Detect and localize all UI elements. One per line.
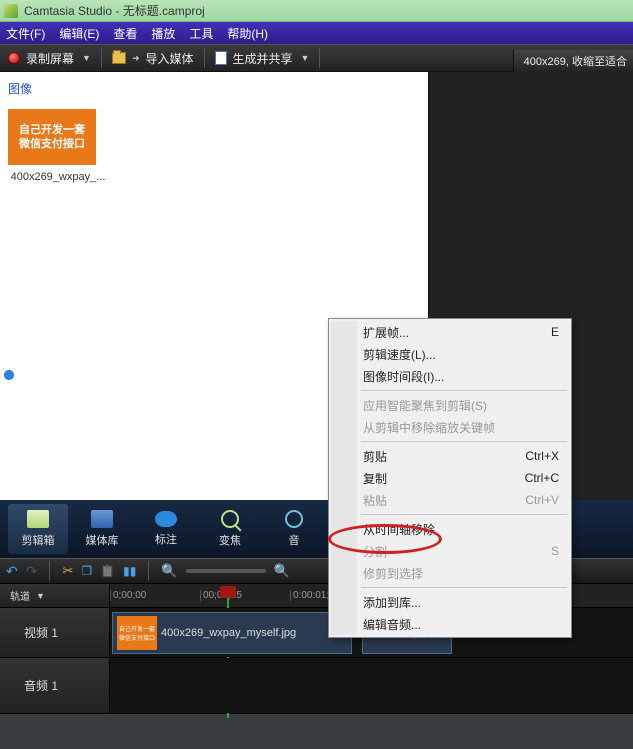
ctx-item[interactable]: 扩展帧... E: [331, 321, 569, 343]
tab-library[interactable]: 媒体库: [72, 504, 132, 554]
ctx-label: 应用智能聚焦到剪辑(S): [363, 397, 487, 414]
ctx-label: 编辑音频...: [363, 616, 421, 633]
ctx-item[interactable]: 剪辑速度(L)...: [331, 343, 569, 365]
paste-icon[interactable]: 📋: [100, 564, 115, 578]
ctx-item[interactable]: 编辑音频...: [331, 613, 569, 635]
video-track-label: 视频 1: [24, 624, 58, 641]
app-icon: [4, 4, 18, 18]
title-bar: Camtasia Studio - 无标题.camproj: [0, 0, 633, 22]
ctx-item[interactable]: 剪贴 Ctrl+X: [331, 445, 569, 467]
ctx-label: 修剪到选择: [363, 565, 423, 582]
ctx-shortcut: Ctrl+V: [525, 493, 559, 507]
audio-track-label: 音频 1: [24, 677, 58, 694]
tab-zoom[interactable]: 变焦: [200, 504, 260, 554]
produce-button[interactable]: 生成并共享: [233, 50, 293, 67]
ctx-label: 从剪辑中移除缩放关键帧: [363, 419, 495, 436]
preview-size-bar[interactable]: 400x269, 收缩至适合: [513, 50, 633, 72]
zoom-in-icon[interactable]: 🔍: [274, 563, 290, 579]
chevron-down-icon[interactable]: ▼: [36, 591, 45, 601]
link-icon[interactable]: [4, 370, 14, 380]
clip-thumbnail-icon: 自己开发一套 微信支付接口: [117, 616, 157, 650]
video-clip[interactable]: 自己开发一套 微信支付接口 400x269_wxpay_myself.jpg: [112, 612, 352, 654]
ctx-label: 扩展帧...: [363, 324, 409, 341]
menu-edit[interactable]: 编辑(E): [59, 25, 99, 42]
undo-icon[interactable]: ↶: [6, 563, 18, 580]
audio-track: 音频 1: [0, 658, 633, 714]
ctx-shortcut: S: [551, 544, 559, 558]
tab-audio[interactable]: 音: [264, 504, 324, 554]
audio-icon: [285, 510, 303, 528]
ctx-label: 剪辑速度(L)...: [363, 346, 436, 363]
document-icon: [215, 51, 227, 65]
tab-clipbin[interactable]: 剪辑箱: [8, 504, 68, 554]
ctx-item[interactable]: 复制 Ctrl+C: [331, 467, 569, 489]
menu-view[interactable]: 查看: [113, 25, 137, 42]
record-button[interactable]: 录制屏幕: [26, 50, 74, 67]
ctx-label: 分割: [363, 543, 387, 560]
menu-help[interactable]: 帮助(H): [227, 25, 268, 42]
tab-callouts[interactable]: 标注: [136, 504, 196, 554]
folder-icon: [112, 52, 126, 64]
arrow-icon: ➜: [132, 53, 140, 64]
window-title: Camtasia Studio - 无标题.camproj: [24, 2, 205, 19]
menu-bar: 文件(F) 编辑(E) 查看 播放 工具 帮助(H): [0, 22, 633, 44]
ruler-track-label: 轨道: [10, 588, 30, 603]
callout-icon: [155, 511, 177, 527]
ctx-item[interactable]: 添加到库...: [331, 591, 569, 613]
ctx-item: 分割 S: [331, 540, 569, 562]
clip-label: 400x269_wxpay_...: [8, 171, 108, 183]
ctx-item: 修剪到选择: [331, 562, 569, 584]
ctx-item: 从剪辑中移除缩放关键帧: [331, 416, 569, 438]
ctx-label: 添加到库...: [363, 594, 421, 611]
ctx-separator: [361, 390, 567, 391]
ctx-label: 从时间轴移除: [363, 521, 435, 538]
file-icon: [27, 510, 49, 528]
split-icon[interactable]: ▮▮: [123, 564, 136, 578]
clip-name: 400x269_wxpay_myself.jpg: [161, 627, 296, 639]
menu-tools[interactable]: 工具: [189, 25, 213, 42]
redo-icon[interactable]: ↷: [26, 563, 38, 580]
record-icon: [8, 52, 20, 64]
ctx-item: 粘贴 Ctrl+V: [331, 489, 569, 511]
ctx-item[interactable]: 图像时间段(I)...: [331, 365, 569, 387]
cut-icon[interactable]: ✂: [62, 563, 73, 579]
import-button[interactable]: 导入媒体: [145, 50, 193, 67]
ctx-separator: [361, 441, 567, 442]
ctx-label: 图像时间段(I)...: [363, 368, 444, 385]
clip-thumbnail: 自己开发一套 微信支付接口: [8, 109, 96, 165]
menu-play[interactable]: 播放: [151, 25, 175, 42]
ctx-item: 应用智能聚焦到剪辑(S): [331, 394, 569, 416]
clipbin-section-title: 图像: [8, 80, 420, 97]
copy-icon[interactable]: ❐: [81, 564, 92, 578]
ctx-separator: [361, 514, 567, 515]
magnifier-icon: [221, 510, 239, 528]
ctx-shortcut: E: [551, 325, 559, 339]
ctx-shortcut: Ctrl+X: [525, 449, 559, 463]
zoom-out-icon[interactable]: 🔍: [161, 563, 177, 579]
menu-file[interactable]: 文件(F): [6, 25, 45, 42]
ctx-item[interactable]: 从时间轴移除: [331, 518, 569, 540]
ctx-separator: [361, 587, 567, 588]
ctx-label: 复制: [363, 470, 387, 487]
context-menu: 扩展帧... E 剪辑速度(L)... 图像时间段(I)... 应用智能聚焦到剪辑(S)…: [328, 318, 572, 638]
media-icon: [91, 510, 113, 528]
ctx-shortcut: Ctrl+C: [525, 471, 559, 485]
ctx-label: 粘贴: [363, 492, 387, 509]
zoom-slider[interactable]: [186, 569, 266, 573]
chevron-down-icon[interactable]: ▼: [82, 53, 91, 63]
ctx-label: 剪贴: [363, 448, 387, 465]
clip-item[interactable]: 自己开发一套 微信支付接口 400x269_wxpay_...: [8, 109, 108, 183]
preview-size-label: 400x269, 收缩至适合: [524, 53, 627, 69]
chevron-down-icon[interactable]: ▼: [301, 53, 310, 63]
